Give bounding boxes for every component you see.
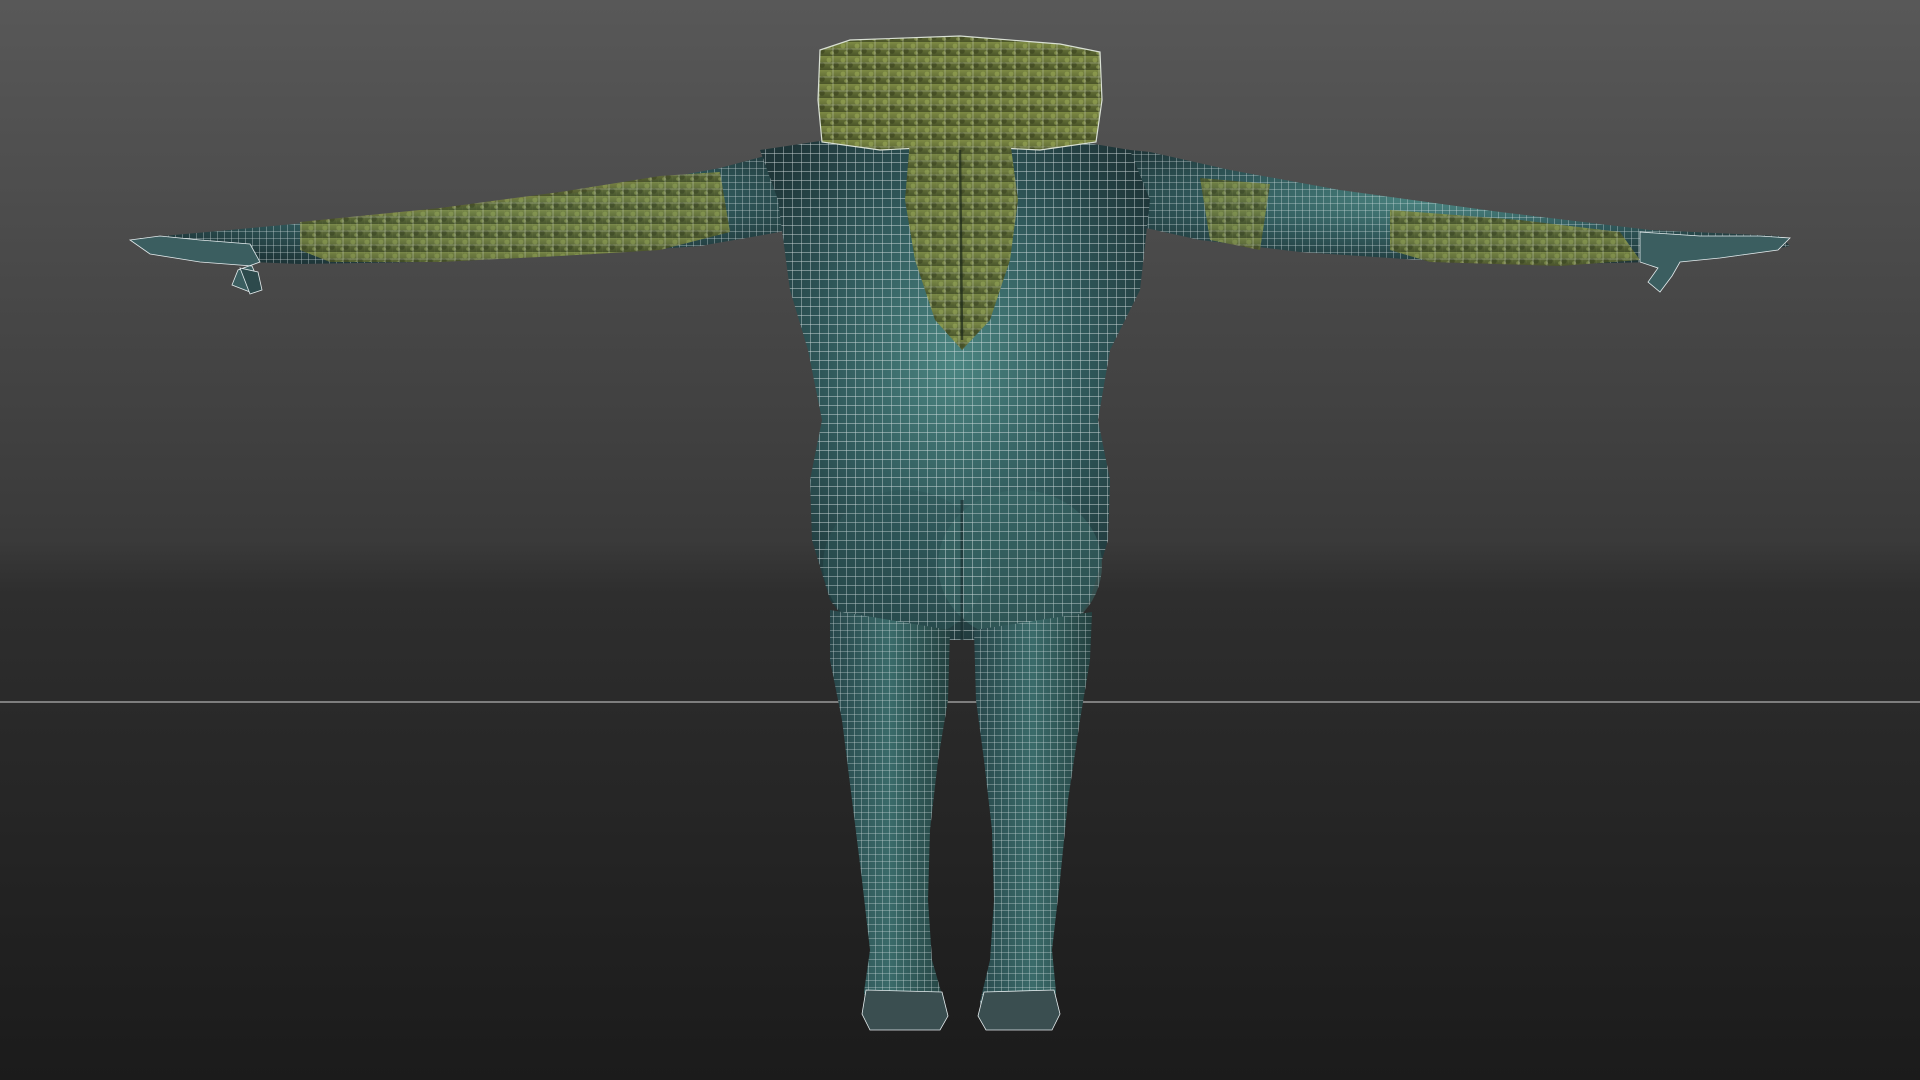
3d-viewport[interactable] — [0, 0, 1920, 1080]
right-foot — [977, 989, 1061, 1031]
render-scene — [0, 0, 1920, 1080]
right-arm-moss-upper — [1200, 178, 1270, 250]
head-moss-block — [818, 36, 1102, 150]
left-foot — [861, 989, 949, 1031]
